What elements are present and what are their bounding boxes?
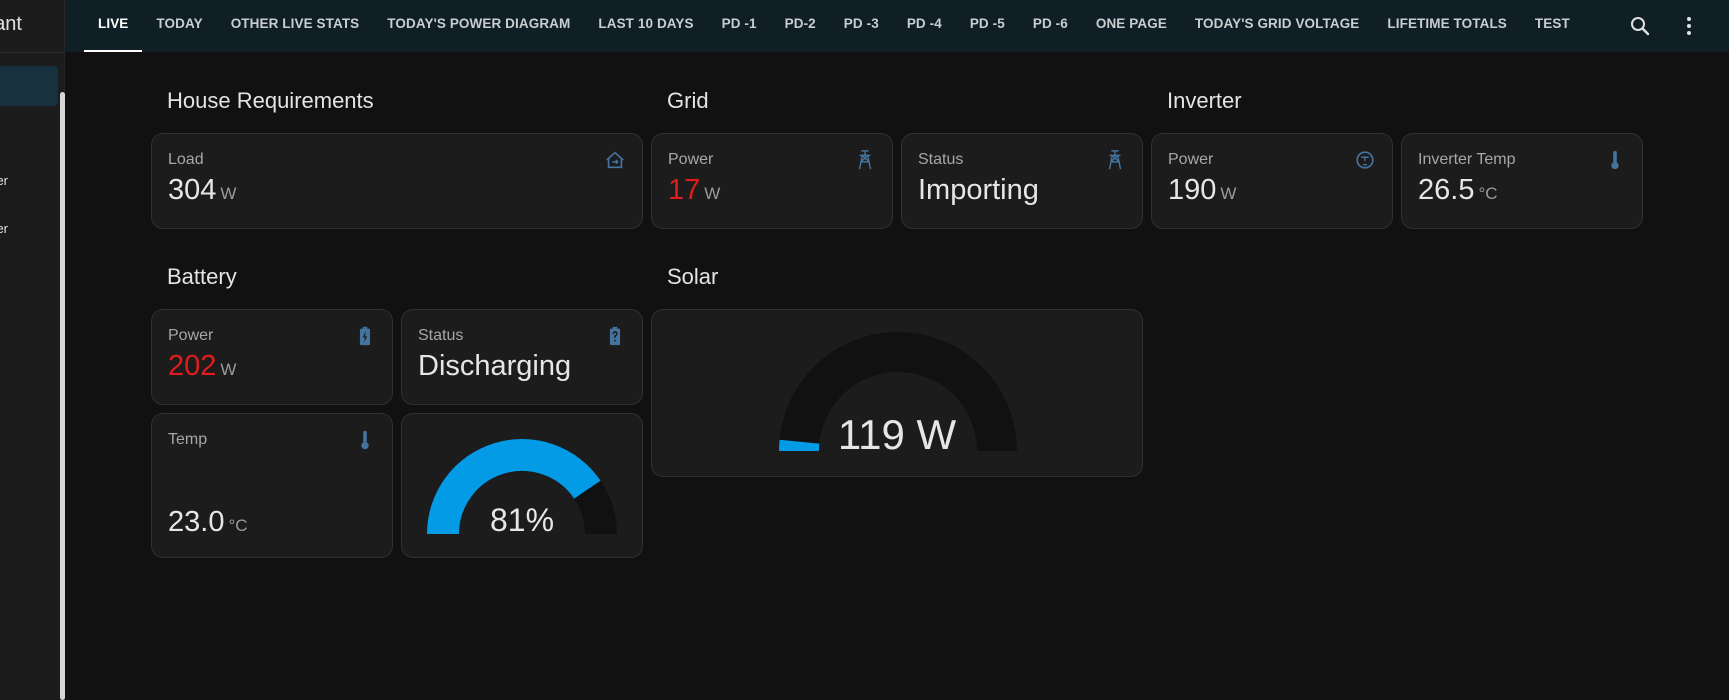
home-export-icon	[606, 151, 624, 169]
sidebar-item-2[interactable]: er	[0, 221, 8, 236]
solar-gauge-value: 119 W	[837, 411, 957, 458]
grid-status-value: Importing	[918, 174, 1039, 206]
transmission-tower-icon	[858, 150, 872, 170]
house-load-card[interactable]: Load 304 W	[151, 133, 643, 229]
battery-unknown-icon	[609, 326, 621, 346]
battery-charging-icon	[359, 326, 371, 346]
battery-power-card[interactable]: Power 202 W	[151, 309, 393, 405]
grid-power-value: 17	[668, 174, 701, 206]
sidebar-item-active[interactable]	[0, 66, 58, 106]
tab-last-10-days[interactable]: LAST 10 DAYS	[584, 0, 707, 52]
thermometer-icon	[361, 430, 369, 450]
search-icon[interactable]	[1628, 14, 1652, 38]
battery-temp-value: 23.0	[168, 506, 225, 538]
sidebar-brand[interactable]: ant	[0, 0, 64, 53]
battery-power-reading: 202 W	[168, 350, 236, 383]
battery-title: Battery	[167, 264, 237, 289]
battery-status-value: Discharging	[418, 350, 572, 382]
sidebar-item-1[interactable]: er	[0, 173, 8, 188]
house-load-reading: 304 W	[168, 174, 236, 207]
app-title: ant	[0, 13, 22, 35]
meter-icon	[1356, 151, 1374, 169]
inverter-temp-value: 26.5	[1418, 174, 1475, 206]
tab-pd-4[interactable]: PD -4	[893, 0, 956, 52]
thermometer-icon	[1611, 150, 1619, 170]
tab-other-live-stats[interactable]: OTHER LIVE STATS	[217, 0, 374, 52]
house-load-label: Load	[168, 151, 204, 168]
battery-power-unit: W	[220, 360, 237, 379]
house-load-value: 304	[168, 174, 217, 206]
grid-power-unit: W	[704, 184, 721, 203]
grid-power-card[interactable]: Power 17 W	[651, 133, 893, 229]
sidebar-scrollbar[interactable]	[60, 92, 65, 700]
tab-pd-1[interactable]: PD -1	[708, 0, 771, 52]
tab-pd-2[interactable]: PD-2	[771, 0, 830, 52]
inverter-temp-unit: °C	[1478, 184, 1498, 203]
battery-status-card[interactable]: Status Discharging	[401, 309, 643, 405]
inverter-power-unit: W	[1220, 184, 1237, 203]
tab-pd-5[interactable]: PD -5	[956, 0, 1019, 52]
battery-temp-reading: 23.0 °C	[168, 506, 248, 539]
tab-todays-grid-voltage[interactable]: TODAY'S GRID VOLTAGE	[1181, 0, 1373, 52]
inverter-title: Inverter	[1167, 88, 1242, 113]
battery-power-value: 202	[168, 350, 217, 382]
battery-temp-label: Temp	[168, 431, 208, 448]
solar-gauge-card[interactable]: 119 W	[651, 309, 1143, 477]
view-tabs: LIVE TODAY OTHER LIVE STATS TODAY'S POWE…	[84, 0, 1584, 52]
grid-power-reading: 17 W	[668, 174, 720, 207]
tab-test[interactable]: TEST	[1521, 0, 1584, 52]
inverter-temp-card[interactable]: Inverter Temp 26.5 °C	[1401, 133, 1643, 229]
tab-lifetime-totals[interactable]: LIFETIME TOTALS	[1373, 0, 1521, 52]
solar-title: Solar	[667, 264, 719, 289]
house-requirements-title: House Requirements	[167, 88, 374, 113]
tab-live[interactable]: LIVE	[84, 0, 143, 52]
transmission-tower-icon	[1108, 150, 1122, 170]
grid-title: Grid	[667, 88, 709, 113]
tab-pd-6[interactable]: PD -6	[1019, 0, 1082, 52]
battery-temp-card[interactable]: Temp 23.0 °C	[151, 413, 393, 558]
inverter-power-label: Power	[1168, 151, 1214, 168]
battery-soc-gauge-card[interactable]: 81%	[401, 413, 643, 558]
inverter-temp-reading: 26.5 °C	[1418, 174, 1498, 207]
more-vertical-icon[interactable]	[1677, 14, 1701, 38]
inverter-power-card[interactable]: Power 190 W	[1151, 133, 1393, 229]
grid-status-label: Status	[918, 151, 964, 168]
inverter-temp-label: Inverter Temp	[1418, 151, 1516, 168]
tab-one-page[interactable]: ONE PAGE	[1082, 0, 1181, 52]
grid-power-label: Power	[668, 151, 714, 168]
top-bar: LIVE TODAY OTHER LIVE STATS TODAY'S POWE…	[65, 0, 1729, 52]
tab-todays-power-diagram[interactable]: TODAY'S POWER DIAGRAM	[373, 0, 584, 52]
battery-temp-unit: °C	[228, 516, 248, 535]
sidebar: ant er er	[0, 0, 65, 700]
battery-status-label: Status	[418, 327, 464, 344]
battery-soc-value: 81%	[489, 502, 555, 538]
tab-pd-3[interactable]: PD -3	[830, 0, 893, 52]
inverter-power-reading: 190 W	[1168, 174, 1236, 207]
house-load-unit: W	[220, 184, 237, 203]
inverter-power-value: 190	[1168, 174, 1217, 206]
battery-power-label: Power	[168, 327, 214, 344]
tab-today[interactable]: TODAY	[142, 0, 216, 52]
grid-status-card[interactable]: Status Importing	[901, 133, 1143, 229]
